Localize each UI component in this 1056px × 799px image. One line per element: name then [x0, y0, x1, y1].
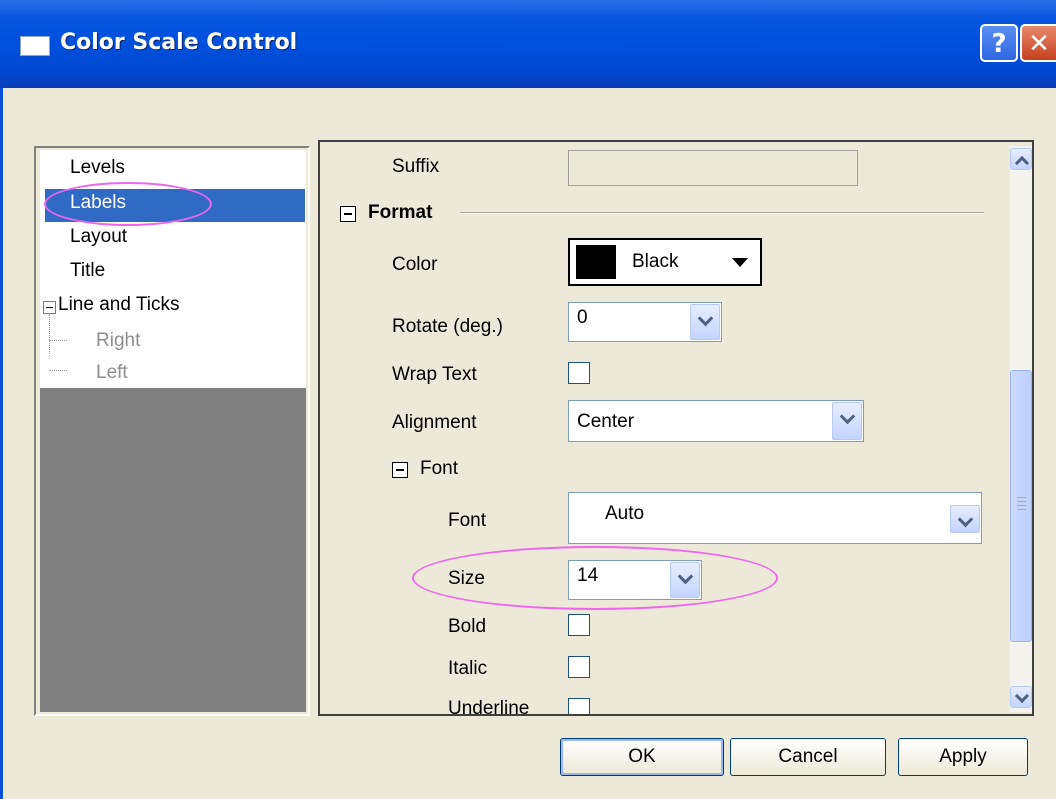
font-header: Font	[420, 458, 459, 479]
help-button[interactable]: ?	[980, 24, 1018, 62]
collapse-icon[interactable]	[43, 301, 56, 314]
tree-connector	[49, 370, 67, 371]
tree-item-right[interactable]: Right	[96, 326, 140, 356]
alignment-label: Alignment	[392, 412, 477, 433]
property-panel: Suffix Format Color Black Rotate (deg.) …	[318, 140, 1034, 716]
tree-connector	[49, 314, 50, 356]
font-collapse-icon[interactable]	[392, 462, 408, 478]
grip-line	[1017, 501, 1026, 502]
window-title: Color Scale Control	[60, 30, 298, 55]
ok-button[interactable]: OK	[560, 738, 724, 776]
italic-label: Italic	[448, 658, 488, 679]
color-label: Color	[392, 254, 438, 275]
tree-connector	[49, 340, 67, 341]
suffix-input[interactable]	[568, 150, 858, 186]
font-label: Font	[448, 510, 487, 531]
color-swatch	[576, 245, 616, 279]
suffix-label: Suffix	[392, 156, 440, 177]
underline-label: Underline	[448, 698, 530, 714]
window-frame	[0, 88, 3, 799]
tree-item-layout[interactable]: Layout	[70, 222, 127, 252]
annotation-oval-labels	[44, 182, 212, 226]
underline-checkbox[interactable]	[568, 698, 590, 714]
annotation-oval-size	[412, 546, 778, 610]
category-tree-panel: Levels Labels Layout Title Line and Tick…	[34, 146, 310, 716]
format-header: Format	[368, 202, 433, 223]
close-button[interactable]: ✕	[1020, 24, 1056, 62]
rotate-value: 0	[577, 307, 588, 328]
color-value: Black	[632, 251, 679, 272]
format-collapse-icon[interactable]	[340, 206, 356, 222]
italic-checkbox[interactable]	[568, 656, 590, 678]
dropdown-arrow-icon	[732, 258, 748, 267]
apply-button[interactable]: Apply	[898, 738, 1028, 776]
chevron-down-icon[interactable]	[832, 402, 862, 440]
color-dropdown[interactable]: Black	[568, 238, 762, 286]
format-divider	[460, 212, 984, 214]
grip-line	[1017, 505, 1026, 506]
chevron-down-icon[interactable]	[690, 304, 720, 340]
font-value: Auto	[605, 503, 645, 524]
cancel-button[interactable]: Cancel	[730, 738, 886, 776]
tree-item-left[interactable]: Left	[96, 358, 128, 388]
title-bar[interactable]: Color Scale Control ? ✕	[0, 0, 1056, 88]
scroll-up-icon[interactable]	[1010, 148, 1032, 170]
tree-item-title[interactable]: Title	[70, 256, 105, 286]
chevron-down-icon[interactable]	[950, 505, 980, 533]
wrap-text-label: Wrap Text	[392, 364, 477, 385]
scroll-thumb[interactable]	[1010, 370, 1032, 642]
wrap-text-checkbox[interactable]	[568, 362, 590, 384]
tree-item-levels[interactable]: Levels	[70, 153, 125, 183]
bold-checkbox[interactable]	[568, 614, 590, 636]
clipped-row: Underline	[320, 692, 1008, 714]
rotate-dropdown[interactable]: 0	[568, 302, 722, 342]
scroll-down-icon[interactable]	[1010, 686, 1032, 708]
bold-label: Bold	[448, 616, 487, 637]
grip-line	[1017, 509, 1026, 510]
alignment-dropdown[interactable]: Center	[568, 400, 864, 442]
rotate-label: Rotate (deg.)	[392, 316, 503, 337]
alignment-value: Center	[577, 411, 635, 432]
grip-line	[1017, 497, 1026, 498]
window-icon	[20, 36, 50, 56]
vertical-scrollbar[interactable]	[1010, 146, 1032, 712]
font-dropdown[interactable]: Auto	[568, 492, 982, 544]
tree-item-line-and-ticks[interactable]: Line and Ticks	[58, 290, 179, 320]
tree-background: Levels Labels Layout Title Line and Tick…	[40, 150, 306, 712]
